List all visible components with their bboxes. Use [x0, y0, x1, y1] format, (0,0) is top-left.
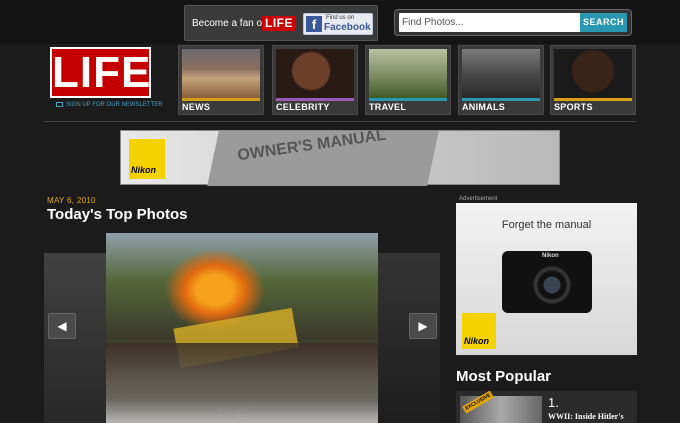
facebook-label: Facebook	[324, 22, 371, 33]
ad-label: Advertisement	[459, 196, 498, 202]
category-label: NEWS	[182, 102, 211, 112]
category-news[interactable]: NEWS	[178, 45, 264, 115]
search-box: SEARCH	[394, 9, 632, 36]
nikon-logo: Nikon	[462, 313, 496, 349]
life-logo[interactable]: LIFE	[50, 47, 151, 98]
facebook-button[interactable]: f Find us on Facebook	[303, 13, 373, 35]
ad-headline: Forget the manual	[501, 219, 592, 231]
featured-photo[interactable]	[106, 233, 378, 423]
category-travel[interactable]: TRAVEL	[365, 45, 451, 115]
facebook-icon: f	[306, 16, 322, 32]
mail-icon	[56, 102, 63, 107]
camera-brand: Nikon	[542, 253, 559, 259]
lens-icon	[530, 263, 574, 307]
photo-detail	[106, 343, 378, 423]
celebrity-thumbnail	[276, 49, 354, 101]
nikon-logo: Nikon	[129, 139, 165, 179]
category-sports[interactable]: SPORTS	[550, 45, 636, 115]
newsletter-label: SIGN UP FOR OUR NEWSLETTER	[66, 102, 163, 109]
logo-text: LIFE	[52, 48, 152, 97]
category-celebrity[interactable]: CELEBRITY	[272, 45, 358, 115]
travel-thumbnail	[369, 49, 447, 101]
divider	[44, 121, 636, 122]
next-arrow-icon[interactable]: ▶	[409, 313, 437, 339]
photo-counter: 1 of 25	[218, 414, 243, 423]
camera-image: Nikon	[502, 251, 592, 313]
fan-text: Become a fan of	[192, 18, 265, 29]
category-label: ANIMALS	[462, 102, 506, 112]
banner-ad[interactable]: Nikon OWNER'S MANUAL	[120, 127, 560, 186]
search-input[interactable]	[399, 13, 581, 32]
newsletter-link[interactable]: SIGN UP FOR OUR NEWSLETTER	[56, 102, 163, 108]
gallery-date: MAY 6, 2010	[47, 196, 96, 205]
fan-life-logo: LIFE	[262, 16, 296, 31]
facebook-small-text: Find us on	[326, 15, 355, 21]
popular-item-title: WWII: Inside Hitler's	[548, 412, 624, 421]
category-label: SPORTS	[554, 102, 593, 112]
category-label: TRAVEL	[369, 102, 407, 112]
previous-arrow-icon[interactable]: ◀	[48, 313, 76, 339]
animals-thumbnail	[462, 49, 540, 101]
category-animals[interactable]: ANIMALS	[458, 45, 544, 115]
most-popular-title: Most Popular	[456, 368, 552, 385]
gallery-title: Today's Top Photos	[47, 206, 188, 223]
top-bar: Become a fan of LIFE f Find us on Facebo…	[0, 0, 680, 44]
category-label: CELEBRITY	[276, 102, 330, 112]
popular-item[interactable]: EXCLUSIVE 1. WWII: Inside Hitler's	[456, 390, 637, 423]
search-button[interactable]: SEARCH	[580, 13, 627, 32]
popular-rank: 1.	[548, 395, 559, 410]
sidebar-ad[interactable]: Forget the manual Nikon Nikon	[456, 203, 637, 355]
facebook-fan-box[interactable]: Become a fan of LIFE f Find us on Facebo…	[184, 5, 378, 41]
news-thumbnail	[182, 49, 260, 101]
sports-thumbnail	[554, 49, 632, 101]
